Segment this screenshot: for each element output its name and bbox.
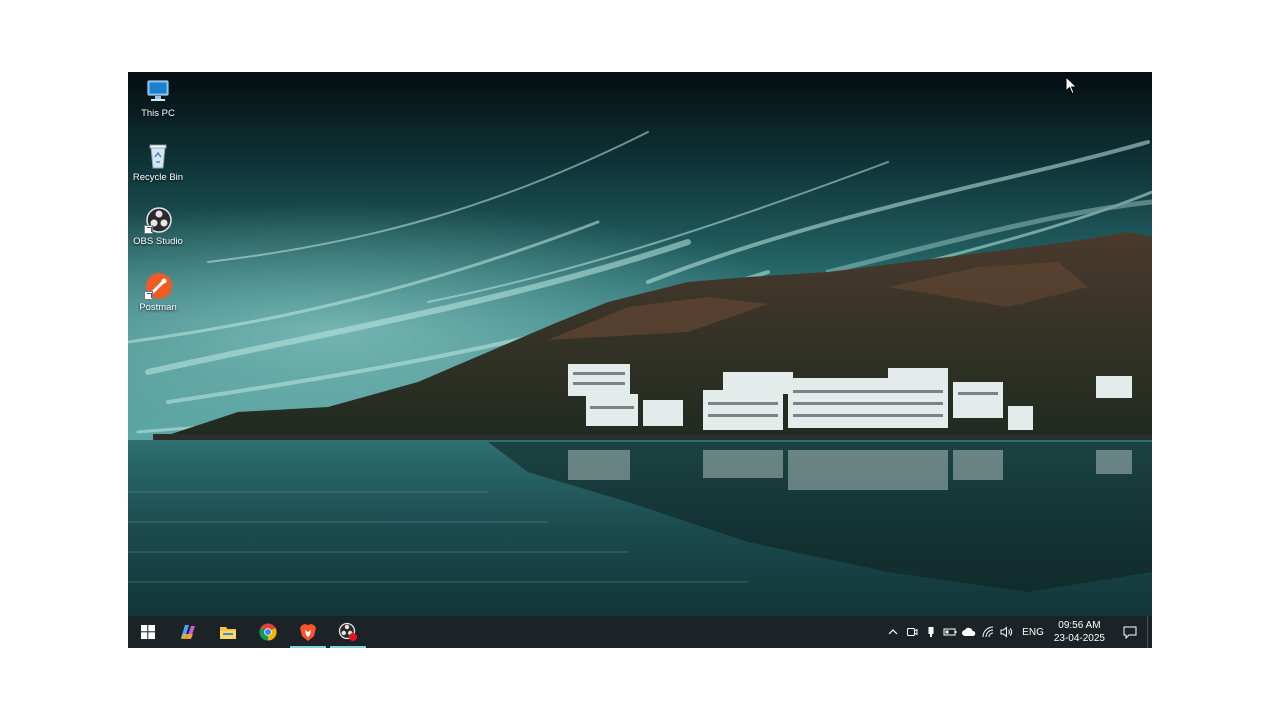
desktop-wallpaper [128,72,1152,616]
usb-device-icon [928,627,934,637]
wifi-icon [982,626,993,638]
obs-studio-icon [143,206,173,234]
tray-network-button[interactable] [978,616,997,648]
battery-icon [943,628,957,636]
brave-icon [300,623,316,641]
desktop-icon-recycle-bin[interactable]: Recycle Bin [128,142,188,183]
taskbar-copilot-button[interactable] [168,616,208,648]
clock-time: 09:56 AM [1058,620,1101,631]
desktop-icon-this-pc[interactable]: This PC [128,78,188,119]
obs-recording-icon [338,622,357,641]
speaker-volume-icon [1000,626,1013,638]
desktop-icon-label: OBS Studio [133,236,183,247]
system-tray: ENG 09:56 AM 23-04-2025 [883,616,1152,648]
taskbar-file-explorer-button[interactable] [208,616,248,648]
tray-usb-button[interactable] [921,616,940,648]
action-center-button[interactable] [1113,616,1147,648]
tray-onedrive-button[interactable] [959,616,978,648]
clock-date: 23-04-2025 [1053,633,1105,644]
taskbar-clock[interactable]: 09:56 AM 23-04-2025 [1050,619,1113,645]
taskbar-chrome-button[interactable] [248,616,288,648]
desktop-icon-label: Recycle Bin [132,172,184,183]
desktop-screen: This PC Recycle Bin OBS Studio Postman E… [128,72,1152,648]
notification-icon [1123,626,1137,639]
show-hidden-icons-button[interactable] [883,616,902,648]
shortcut-arrow-icon [144,291,153,300]
show-desktop-button[interactable] [1147,616,1152,648]
mouse-cursor-icon [1065,76,1078,95]
this-pc-icon [143,78,173,106]
camera-icon [906,628,918,636]
input-language-indicator[interactable]: ENG [1016,627,1050,638]
recycle-bin-icon [143,142,173,170]
onedrive-cloud-icon [961,627,975,636]
postman-icon [143,272,173,300]
windows-start-icon [141,625,155,639]
copilot-icon [181,625,195,639]
chrome-icon [259,623,277,641]
desktop-icon-postman[interactable]: Postman [128,272,188,313]
tray-meet-now-button[interactable] [902,616,921,648]
desktop-icon-label: This PC [141,108,175,119]
taskbar-start-button[interactable] [128,616,168,648]
chevron-up-icon [888,629,898,635]
taskbar-brave-button[interactable] [288,616,328,648]
shortcut-arrow-icon [144,225,153,234]
desktop-icon-label: Postman [139,302,177,313]
tray-volume-button[interactable] [997,616,1016,648]
file-explorer-icon [220,627,236,639]
taskbar-obs-button[interactable] [328,616,368,648]
taskbar: ENG 09:56 AM 23-04-2025 [128,616,1152,648]
tray-battery-button[interactable] [940,616,959,648]
desktop-icon-obs-studio[interactable]: OBS Studio [128,206,188,247]
